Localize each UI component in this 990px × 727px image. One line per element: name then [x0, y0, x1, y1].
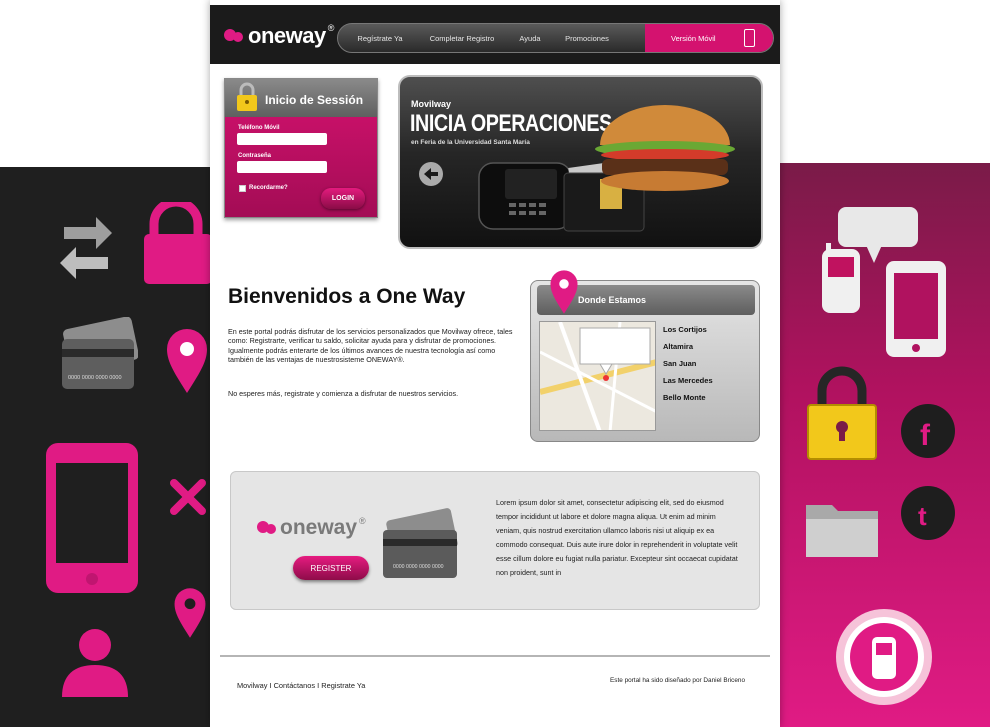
banner-prev-button[interactable] — [419, 162, 443, 186]
svg-text:t: t — [918, 501, 927, 531]
twitter-icon: t — [901, 486, 955, 540]
location-item[interactable]: Los Cortijos — [663, 325, 713, 342]
main-page: oneway ® Regístrate Ya Completar Registr… — [210, 0, 780, 727]
map-pin-icon — [174, 588, 206, 638]
locations-title: Donde Estamos — [578, 295, 647, 305]
footer-links: Movilway I Contáctanos I Registrate Ya — [237, 681, 365, 690]
footer-credit: Este portal ha sido diseñado por Daniel … — [610, 677, 745, 684]
register-description: Lorem ipsum dolor sit amet, consectetur … — [496, 498, 738, 577]
credit-card-icon: 0000 0000 0000 0000 — [62, 317, 138, 389]
register-panel: oneway ® 0000 0000 0000 0000 REGISTER Lo… — [230, 471, 760, 610]
svg-text:0000 0000 0000 0000: 0000 0000 0000 0000 — [393, 564, 444, 570]
location-item[interactable]: Bello Monte — [663, 393, 713, 410]
banner-brand: Movilway — [411, 99, 452, 109]
footer-link-registrate[interactable]: Registrate Ya — [321, 681, 365, 690]
header-bar: oneway ® Regístrate Ya Completar Registr… — [210, 5, 780, 64]
map-pin-icon — [550, 270, 578, 314]
login-button[interactable]: LOGIN — [321, 188, 365, 209]
right-decor-panel: f t — [778, 163, 990, 727]
logo-bubbles-icon — [257, 521, 276, 534]
padlock-icon — [807, 366, 877, 460]
nav-item-version-movil[interactable]: Versión Móvil — [645, 24, 773, 52]
footer-separator: I — [317, 681, 320, 690]
tablet-icon — [886, 261, 946, 357]
nav-item-ayuda[interactable]: Ayuda — [510, 34, 550, 43]
brand-logo[interactable]: oneway ® — [224, 23, 334, 49]
nav-item-completar-registro[interactable]: Completar Registro — [418, 34, 506, 43]
nav-item-registrate[interactable]: Regístrate Ya — [344, 34, 416, 43]
welcome-body: En este portal podrás disfrutar de los s… — [228, 327, 513, 365]
phone-icon — [744, 29, 755, 47]
main-nav: Regístrate Ya Completar Registro Ayuda P… — [337, 23, 774, 53]
locations-list: Los Cortijos Altamira San Juan Las Merce… — [663, 325, 713, 410]
register-brand-registered: ® — [359, 516, 366, 526]
location-map[interactable] — [539, 321, 656, 431]
brand-registered: ® — [327, 23, 335, 33]
footer-link-movilway[interactable]: Movilway — [237, 681, 267, 690]
sync-icon — [60, 217, 112, 279]
map-pin-icon — [167, 329, 207, 393]
phone-input[interactable] — [237, 133, 327, 145]
folder-icon — [806, 505, 878, 557]
burger-image — [595, 105, 735, 191]
remember-checkbox[interactable] — [239, 185, 246, 192]
left-decor-panel: 0000 0000 0000 0000 — [0, 167, 212, 727]
logo-bubbles-icon — [224, 29, 243, 42]
register-logo: oneway ® — [257, 516, 366, 540]
location-item[interactable]: Altamira — [663, 342, 713, 359]
svg-text:f: f — [920, 419, 931, 452]
facebook-icon: f — [901, 404, 955, 458]
login-title: Inicio de Sessión — [265, 93, 364, 107]
phone-label: Teléfono Móvil — [238, 125, 280, 131]
nav-mobile-label: Versión Móvil — [671, 33, 716, 43]
welcome-cta: No esperes más, registrate y comienza a … — [228, 389, 459, 398]
register-brand-name: oneway — [280, 516, 358, 539]
lock-icon — [144, 202, 212, 284]
footer-separator: I — [269, 681, 272, 690]
promo-banner: Movilway INICIA OPERACIONES en Feria de … — [398, 75, 763, 249]
remember-label: Recordarme? — [249, 185, 288, 191]
map-streets-image — [540, 322, 655, 430]
arrow-left-icon — [424, 168, 438, 180]
locations-box: Donde Estamos Los Cortijos Altamira San … — [530, 270, 760, 442]
login-box: Inicio de Sessión Teléfono Móvil Contras… — [224, 78, 378, 218]
banner-title: INICIA OPERACIONES — [410, 110, 612, 137]
nav-item-promociones[interactable]: Promociones — [556, 34, 618, 43]
location-item[interactable]: San Juan — [663, 359, 713, 376]
phone-badge-icon — [836, 609, 932, 705]
screen: 0000 0000 0000 0000 f t oneway ® Regístr… — [0, 0, 990, 727]
mobile-phone-icon — [46, 443, 138, 593]
register-button[interactable]: REGISTER — [293, 556, 369, 580]
brand-name: oneway — [248, 23, 326, 48]
svg-text:0000 0000 0000 0000: 0000 0000 0000 0000 — [68, 375, 122, 381]
padlock-icon — [237, 82, 257, 111]
password-label: Contraseña — [238, 153, 272, 159]
banner-subtitle: en Feria de la Universidad Santa María — [411, 139, 530, 146]
footer-link-contactanos[interactable]: Contáctanos — [274, 681, 316, 690]
footer-divider — [220, 655, 770, 657]
login-header: Inicio de Sessión — [225, 79, 377, 117]
cell-phone-icon — [822, 243, 860, 313]
location-item[interactable]: Las Mercedes — [663, 376, 713, 393]
password-input[interactable] — [237, 161, 327, 173]
credit-card-icon: 0000 0000 0000 0000 — [383, 508, 458, 578]
user-icon — [62, 629, 128, 697]
close-icon — [170, 479, 206, 515]
welcome-title: Bienvenidos a One Way — [228, 285, 466, 308]
